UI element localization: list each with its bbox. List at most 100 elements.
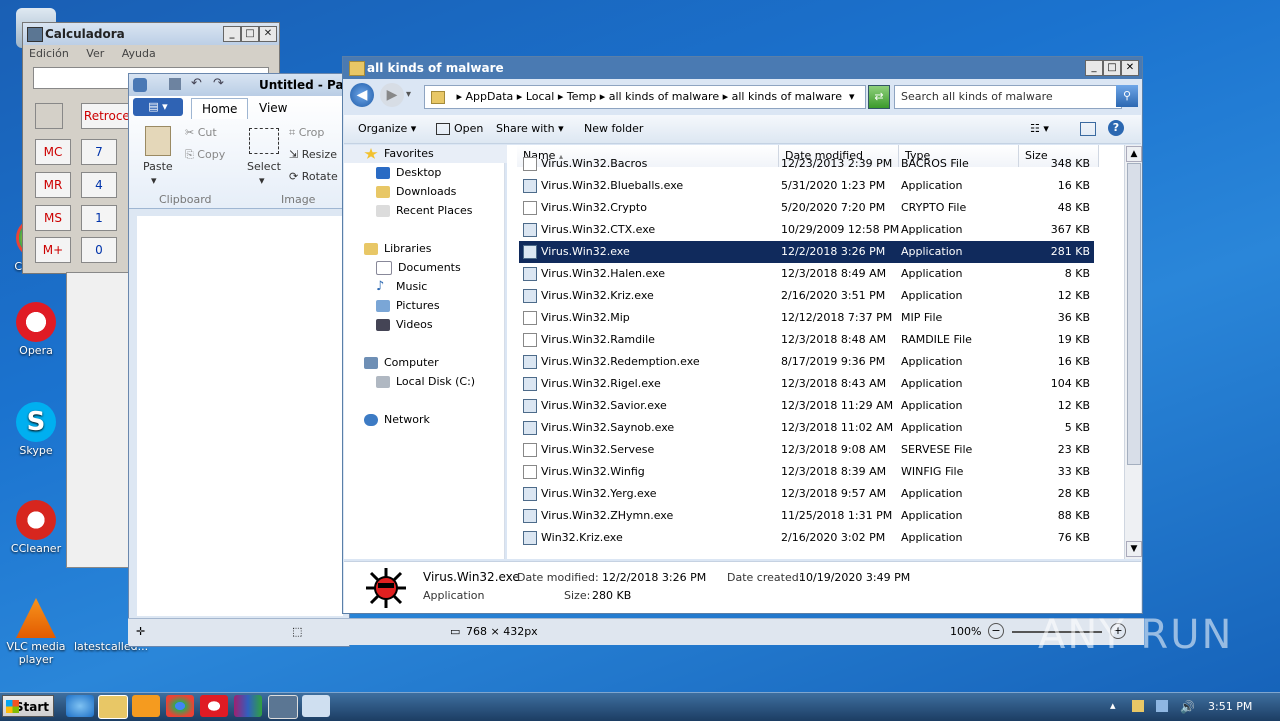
redo-icon[interactable]: ↷: [213, 76, 224, 91]
taskbar-calculator-icon[interactable]: [268, 695, 298, 719]
digit-4-button[interactable]: 4: [81, 172, 117, 198]
minimize-button[interactable]: _: [1085, 60, 1103, 76]
nav-computer[interactable]: Computer: [344, 354, 524, 372]
file-row[interactable]: Virus.Win32.Ramdile 12/3/2018 8:48 AM RAMD…: [519, 329, 1094, 351]
preview-pane-icon[interactable]: [1080, 122, 1096, 136]
breadcrumb-malware-parent[interactable]: all kinds of malware: [609, 90, 719, 103]
file-row[interactable]: Virus.Win32.exe 12/2/2018 3:26 PM Applicat…: [519, 241, 1094, 263]
taskbar-ie-icon[interactable]: [66, 695, 94, 717]
refresh-button[interactable]: ⇄: [868, 85, 890, 109]
paste-dropdown-icon[interactable]: ▾: [151, 174, 157, 187]
maximize-button[interactable]: □: [1103, 60, 1121, 76]
search-input[interactable]: Search all kinds of malware: [894, 85, 1122, 109]
mr-button[interactable]: MR: [35, 172, 71, 198]
breadcrumb-separator-icon[interactable]: ▸: [558, 90, 567, 103]
tray-volume-icon[interactable]: 🔊: [1180, 700, 1195, 714]
paint-window[interactable]: ↶ ↷ Untitled - Paint ▤ ▾ Home View Paste…: [128, 73, 362, 647]
select-button[interactable]: Select: [247, 160, 281, 173]
nav-libraries[interactable]: Libraries: [344, 240, 524, 258]
tray-expand-icon[interactable]: ▴: [1110, 699, 1116, 712]
breadcrumb-separator-icon[interactable]: ▸: [457, 90, 466, 103]
close-button[interactable]: ✕: [1121, 60, 1139, 76]
digit-7-button[interactable]: 7: [81, 139, 117, 165]
file-row[interactable]: Virus.Win32.Winfig 12/3/2018 8:39 AM WINFI…: [519, 461, 1094, 483]
desktop-icon-vlc[interactable]: VLC media player: [4, 598, 68, 666]
file-row[interactable]: Virus.Win32.Saynob.exe 12/3/2018 11:02 AM…: [519, 417, 1094, 439]
select-icon[interactable]: [249, 128, 279, 154]
paint-titlebar[interactable]: ↶ ↷ Untitled - Paint: [129, 74, 362, 96]
back-button[interactable]: ◀: [350, 83, 374, 107]
paste-button[interactable]: Paste: [143, 160, 173, 173]
taskbar-opera-icon[interactable]: [200, 695, 228, 717]
taskbar-explorer-icon[interactable]: [98, 695, 128, 719]
tray-network-icon[interactable]: [1156, 700, 1168, 712]
tray-clock[interactable]: 3:51 PM: [1208, 700, 1252, 713]
ms-button[interactable]: MS: [35, 205, 71, 231]
close-button[interactable]: ✕: [259, 26, 277, 42]
share-with-button[interactable]: Share with ▾: [496, 122, 564, 135]
paint-canvas[interactable]: [137, 216, 343, 616]
file-row[interactable]: Virus.Win32.Yerg.exe 12/3/2018 9:57 AM App…: [519, 483, 1094, 505]
breadcrumb-temp[interactable]: Temp: [567, 90, 596, 103]
menu-edicion[interactable]: Edición: [29, 47, 69, 60]
breadcrumb-separator-icon[interactable]: ▸: [600, 90, 609, 103]
explorer-window[interactable]: all kinds of malware _ □ ✕ ◀ ▶ ▾ ▸ AppDa…: [342, 56, 1143, 614]
breadcrumb[interactable]: ▸ AppData ▸ Local ▸ Temp ▸ all kinds of …: [424, 85, 866, 109]
explorer-titlebar[interactable]: all kinds of malware _ □ ✕: [343, 57, 1142, 79]
save-icon[interactable]: [169, 78, 181, 90]
desktop-icon-skype[interactable]: S Skype: [4, 402, 68, 457]
desktop-icon-ccleaner[interactable]: CCleaner: [4, 500, 68, 555]
tab-home[interactable]: Home: [191, 98, 249, 119]
paste-icon[interactable]: [145, 126, 171, 156]
file-row[interactable]: Virus.Win32.Redemption.exe 8/17/2019 9:36…: [519, 351, 1094, 373]
breadcrumb-appdata[interactable]: AppData: [466, 90, 514, 103]
nav-favorites[interactable]: Favorites: [344, 145, 524, 163]
paint-file-menu-button[interactable]: ▤ ▾: [133, 98, 183, 116]
breadcrumb-local[interactable]: Local: [526, 90, 555, 103]
forward-button[interactable]: ▶: [380, 83, 404, 107]
vertical-scrollbar[interactable]: ▲ ▼: [1124, 145, 1142, 559]
organize-button[interactable]: Organize ▾: [358, 122, 416, 135]
calculator-titlebar[interactable]: Calculadora _ □ ✕: [23, 23, 279, 45]
file-row[interactable]: Virus.Win32.ZHymn.exe 11/25/2018 1:31 PM A…: [519, 505, 1094, 527]
nav-network[interactable]: Network: [344, 411, 524, 429]
recent-pages-dropdown-icon[interactable]: ▾: [406, 89, 411, 100]
file-row[interactable]: Virus.Win32.Kriz.exe 2/16/2020 3:51 PM App…: [519, 285, 1094, 307]
search-icon[interactable]: ⚲: [1116, 85, 1138, 107]
breadcrumb-separator-icon[interactable]: ▸: [517, 90, 526, 103]
maximize-button[interactable]: □: [241, 26, 259, 42]
start-button[interactable]: Start: [2, 695, 54, 717]
digit-1-button[interactable]: 1: [81, 205, 117, 231]
file-row[interactable]: Virus.Win32.Blueballs.exe 5/31/2020 1:23 …: [519, 175, 1094, 197]
file-row[interactable]: Win32.Kriz.exe 2/16/2020 3:02 PM Applicati…: [519, 527, 1094, 549]
undo-icon[interactable]: ↶: [191, 76, 202, 91]
digit-0-button[interactable]: 0: [81, 237, 117, 263]
menu-ayuda[interactable]: Ayuda: [122, 47, 156, 60]
file-row[interactable]: Virus.Win32.Bacros 12/23/2013 2:39 PM BACR…: [519, 153, 1094, 175]
file-row[interactable]: Virus.Win32.Rigel.exe 12/3/2018 8:43 AM Ap…: [519, 373, 1094, 395]
resize-button[interactable]: ⇲ Resize: [289, 148, 337, 161]
file-row[interactable]: Virus.Win32.CTX.exe 10/29/2009 12:58 PM Ap…: [519, 219, 1094, 241]
open-button[interactable]: Open: [436, 122, 483, 135]
crop-button[interactable]: ⌗ Crop: [289, 126, 324, 140]
select-dropdown-icon[interactable]: ▾: [259, 174, 265, 187]
scroll-up-button[interactable]: ▲: [1126, 146, 1142, 162]
rotate-button[interactable]: ⟳ Rotate: [289, 170, 338, 183]
file-row[interactable]: Virus.Win32.Savior.exe 12/3/2018 11:29 AM…: [519, 395, 1094, 417]
breadcrumb-separator-icon[interactable]: ▸: [723, 90, 732, 103]
tab-view[interactable]: View: [249, 98, 297, 118]
minimize-button[interactable]: _: [223, 26, 241, 42]
mc-button[interactable]: MC: [35, 139, 71, 165]
menu-ver[interactable]: Ver: [86, 47, 104, 60]
taskbar-winrar-icon[interactable]: [234, 695, 262, 717]
zoom-out-button[interactable]: −: [988, 623, 1004, 639]
taskbar-paint-icon[interactable]: [302, 695, 330, 717]
new-folder-button[interactable]: New folder: [584, 122, 643, 135]
copy-button[interactable]: ⎘ Copy: [185, 148, 225, 162]
tray-action-center-icon[interactable]: [1132, 700, 1144, 712]
scroll-thumb[interactable]: [1127, 163, 1141, 465]
scroll-down-button[interactable]: ▼: [1126, 541, 1142, 557]
change-view-icon[interactable]: ☷ ▾: [1030, 122, 1049, 135]
desktop-icon-opera[interactable]: Opera: [4, 302, 68, 357]
file-row[interactable]: Virus.Win32.Mip 12/12/2018 7:37 PM MIP Fil…: [519, 307, 1094, 329]
